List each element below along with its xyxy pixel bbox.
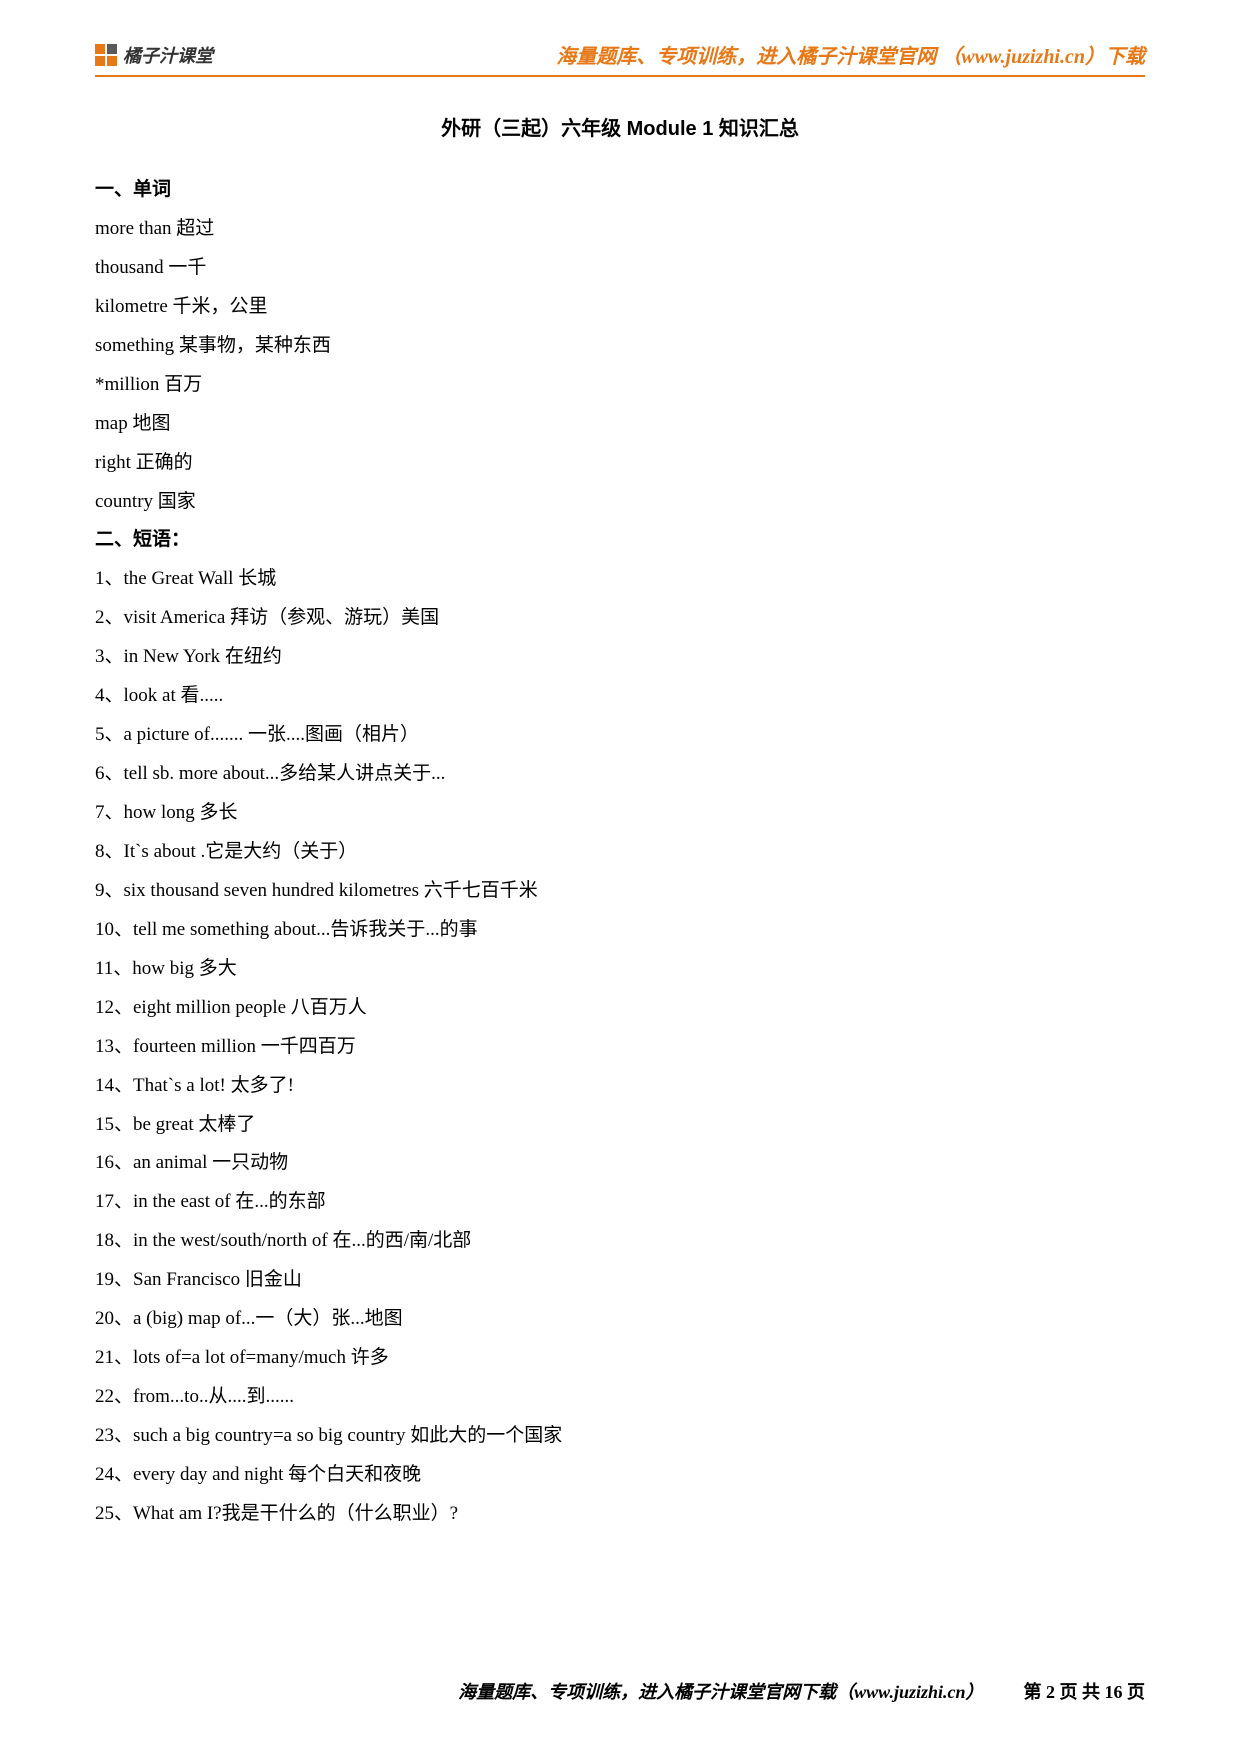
page-title: 外研（三起）六年级 Module 1 知识汇总	[95, 112, 1145, 141]
phrase-item: 11、how big 多大	[95, 950, 1145, 989]
vocab-item: more than 超过	[95, 210, 1145, 249]
phrase-item: 10、tell me something about...告诉我关于...的事	[95, 911, 1145, 950]
section-1-head: 一、单词	[95, 171, 1145, 210]
phrase-item: 16、an animal 一只动物	[95, 1144, 1145, 1183]
phrase-item: 3、in New York 在纽约	[95, 638, 1145, 677]
vocab-item: country 国家	[95, 483, 1145, 522]
footer-page-number: 第 2 页 共 16 页	[1024, 1678, 1146, 1704]
phrase-item: 5、a picture of....... 一张....图画（相片）	[95, 716, 1145, 755]
phrase-item: 15、be great 太棒了	[95, 1106, 1145, 1145]
footer-left-text: 海量题库、专项训练，进入橘子汁课堂官网下载（www.juzizhi.cn）	[458, 1678, 983, 1704]
phrase-item: 18、in the west/south/north of 在...的西/南/北…	[95, 1222, 1145, 1261]
phrase-item: 9、six thousand seven hundred kilometres …	[95, 872, 1145, 911]
phrase-item: 14、That`s a lot! 太多了!	[95, 1067, 1145, 1106]
phrase-item: 22、from...to..从....到......	[95, 1378, 1145, 1417]
vocab-item: right 正确的	[95, 444, 1145, 483]
phrase-item: 17、in the east of 在...的东部	[95, 1183, 1145, 1222]
phrase-item: 13、fourteen million 一千四百万	[95, 1028, 1145, 1067]
phrase-item: 2、visit America 拜访（参观、游玩）美国	[95, 599, 1145, 638]
section-2-head: 二、短语：	[95, 521, 1145, 560]
header-right-text: 海量题库、专项训练，进入橘子汁课堂官网 （www.juzizhi.cn）下载	[556, 40, 1145, 69]
phrase-item: 24、every day and night 每个白天和夜晚	[95, 1456, 1145, 1495]
logo-block: 橘子汁课堂	[95, 42, 213, 68]
phrase-item: 20、a (big) map of...一（大）张...地图	[95, 1300, 1145, 1339]
vocab-item: kilometre 千米，公里	[95, 288, 1145, 327]
phrase-item: 12、eight million people 八百万人	[95, 989, 1145, 1028]
phrase-item: 21、lots of=a lot of=many/much 许多	[95, 1339, 1145, 1378]
phrase-item: 19、San Francisco 旧金山	[95, 1261, 1145, 1300]
content-body: 一、单词 more than 超过 thousand 一千 kilometre …	[95, 171, 1145, 1534]
vocab-item: *million 百万	[95, 366, 1145, 405]
phrase-item: 8、It`s about .它是大约（关于）	[95, 833, 1145, 872]
vocab-item: thousand 一千	[95, 249, 1145, 288]
vocab-item: map 地图	[95, 405, 1145, 444]
page-header: 橘子汁课堂 海量题库、专项训练，进入橘子汁课堂官网 （www.juzizhi.c…	[95, 40, 1145, 77]
vocab-item: something 某事物，某种东西	[95, 327, 1145, 366]
phrase-item: 1、the Great Wall 长城	[95, 560, 1145, 599]
logo-text: 橘子汁课堂	[123, 42, 213, 68]
phrase-item: 25、What am I?我是干什么的（什么职业）?	[95, 1495, 1145, 1534]
phrase-item: 23、such a big country=a so big country 如…	[95, 1417, 1145, 1456]
phrase-item: 7、how long 多长	[95, 794, 1145, 833]
page-footer: 海量题库、专项训练，进入橘子汁课堂官网下载（www.juzizhi.cn） 第 …	[95, 1678, 1145, 1704]
logo-icon	[95, 44, 117, 66]
phrase-item: 6、tell sb. more about...多给某人讲点关于...	[95, 755, 1145, 794]
phrase-item: 4、look at 看.....	[95, 677, 1145, 716]
